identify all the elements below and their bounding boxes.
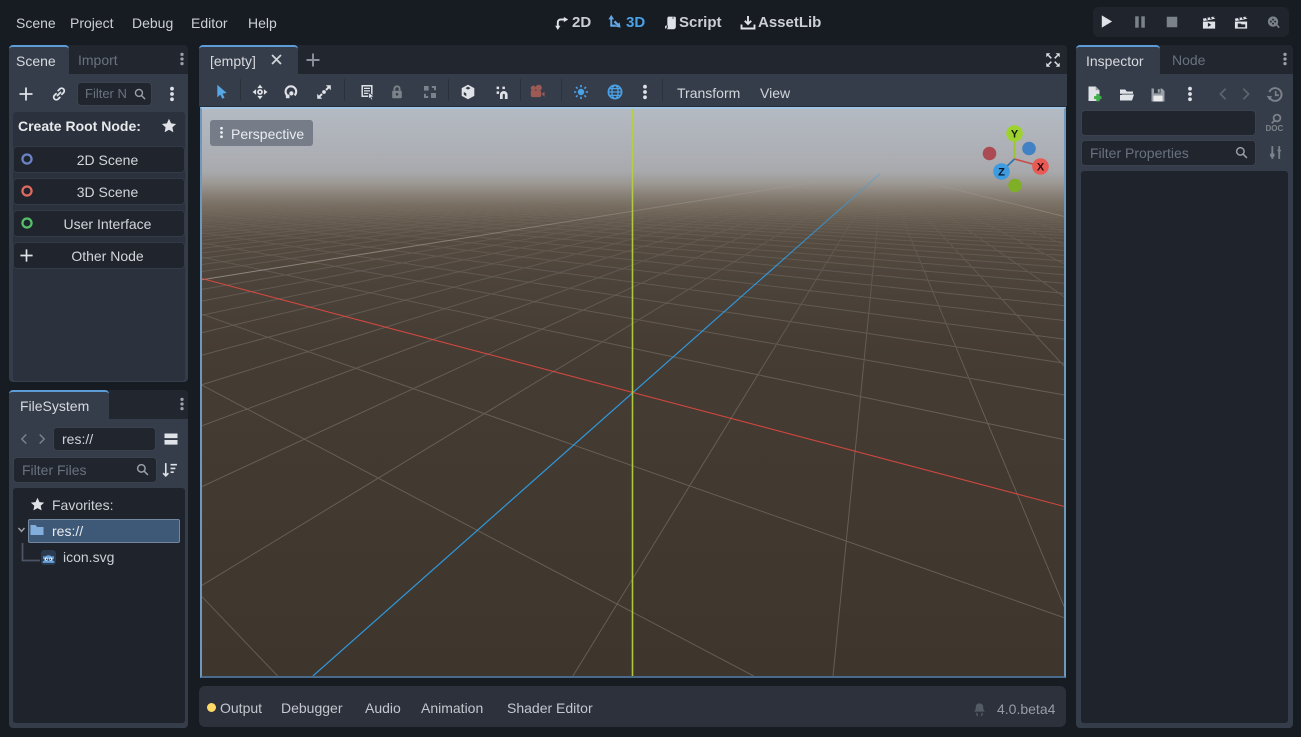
svg-text:DOC: DOC [1266, 124, 1284, 133]
svg-text:Z: Z [998, 167, 1005, 179]
svg-text:Y: Y [1011, 129, 1019, 141]
svg-text:X: X [1037, 162, 1045, 174]
